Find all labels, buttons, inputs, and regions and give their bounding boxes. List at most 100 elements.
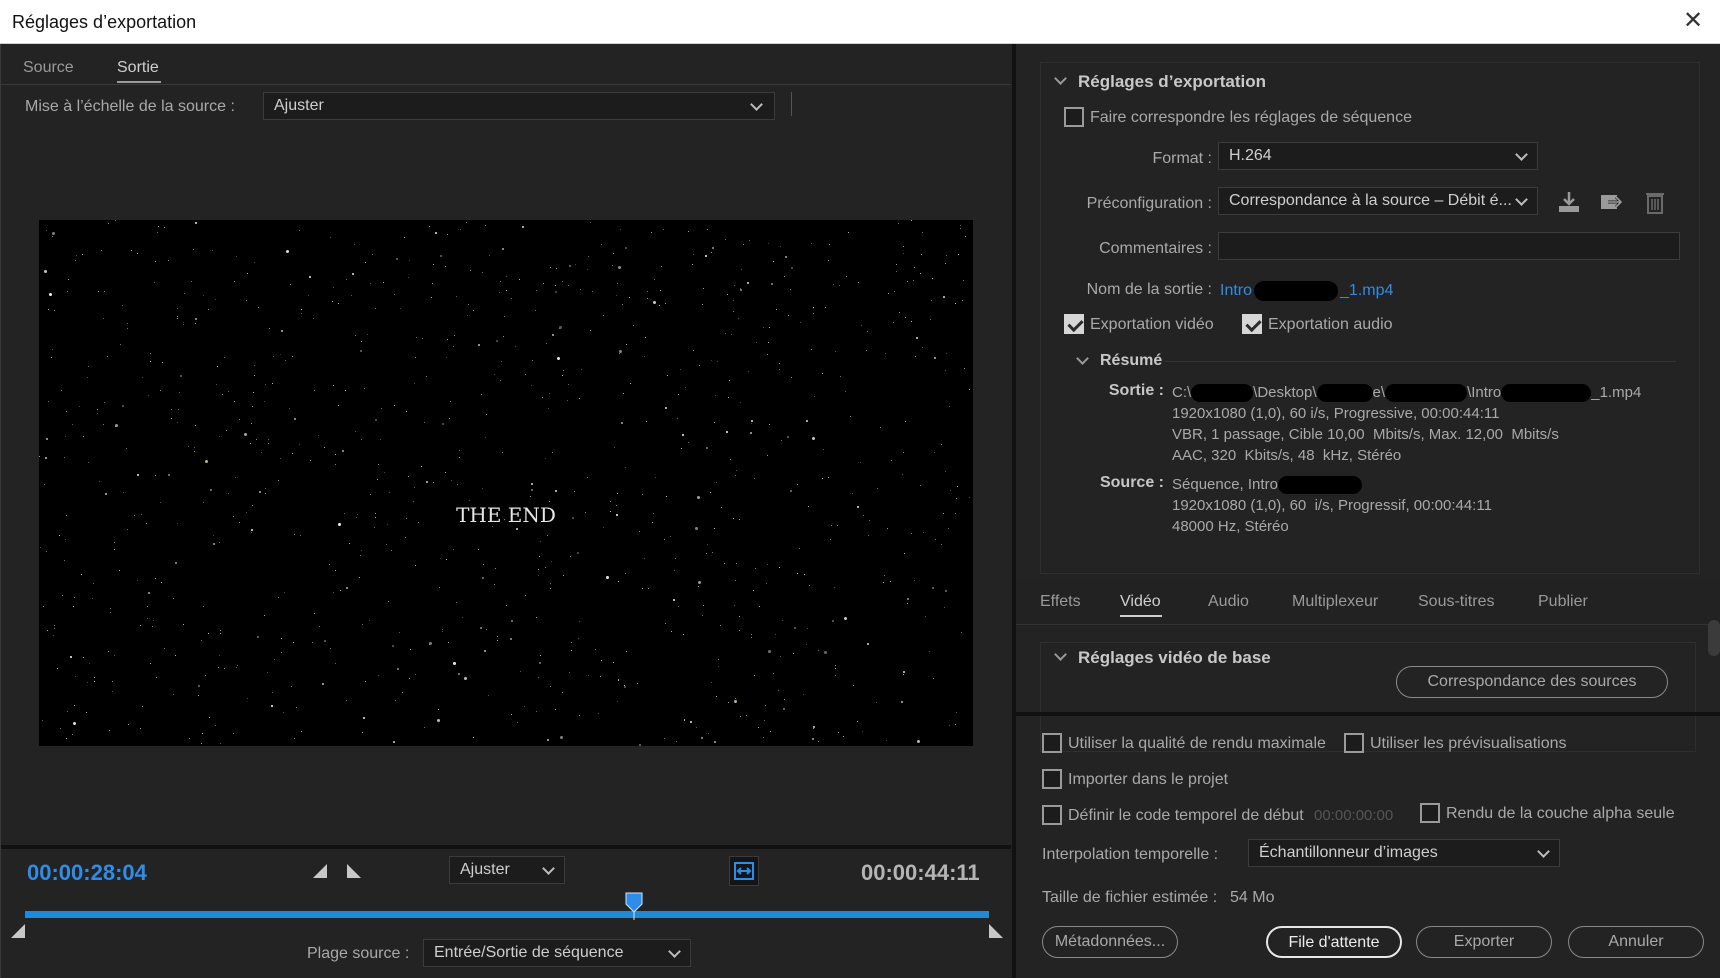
- star-dot: [587, 675, 589, 677]
- star-dot: [903, 246, 905, 248]
- star-dot: [946, 352, 948, 354]
- current-timecode[interactable]: 00:00:28:04: [27, 860, 147, 886]
- star-dot: [431, 283, 433, 285]
- star-dot: [794, 627, 797, 630]
- export-button[interactable]: Exporter: [1416, 926, 1552, 958]
- tab-video[interactable]: Vidéo: [1120, 593, 1161, 611]
- collapse-caret-icon[interactable]: [1076, 354, 1088, 366]
- max-quality-checkbox[interactable]: [1042, 733, 1062, 753]
- alpha-only-checkbox[interactable]: [1420, 803, 1440, 823]
- star-dot: [268, 327, 270, 329]
- close-icon[interactable]: ✕: [1680, 8, 1706, 34]
- star-dot: [678, 606, 680, 608]
- tab-audio[interactable]: Audio: [1208, 593, 1249, 611]
- star-dot: [413, 487, 415, 489]
- cancel-button[interactable]: Annuler: [1568, 926, 1704, 958]
- star-dot: [884, 352, 886, 354]
- preset-select[interactable]: Correspondance à la source – Débit é...: [1218, 187, 1538, 215]
- star-dot: [949, 406, 951, 408]
- star-dot: [558, 326, 562, 330]
- match-sequence-checkbox[interactable]: [1064, 107, 1084, 127]
- scale-label: Mise à l’échelle de la source :: [25, 98, 235, 115]
- tab-source[interactable]: Source: [23, 59, 74, 77]
- in-point-handle[interactable]: [11, 924, 25, 938]
- star-dot: [914, 580, 916, 582]
- star-dot: [769, 424, 771, 426]
- star-dot: [142, 377, 144, 379]
- star-dot: [207, 632, 209, 634]
- star-dot: [709, 491, 711, 493]
- star-dot: [146, 617, 148, 619]
- star-dot: [308, 276, 311, 279]
- out-point-handle[interactable]: [989, 924, 1003, 938]
- start-timecode-input[interactable]: 00:00:00:00: [1314, 807, 1393, 824]
- export-video-checkbox[interactable]: [1064, 314, 1084, 334]
- start-timecode-checkbox[interactable]: [1042, 805, 1062, 825]
- star-dot: [544, 567, 546, 569]
- output-name-link[interactable]: Intro _1.mp4: [1220, 281, 1393, 301]
- tab-output[interactable]: Sortie: [117, 59, 159, 77]
- star-dot: [125, 448, 127, 450]
- star-dot: [702, 303, 704, 305]
- metadata-button[interactable]: Métadonnées...: [1042, 926, 1178, 958]
- star-dot: [728, 380, 730, 382]
- star-dot: [313, 612, 315, 614]
- tab-multiplexer[interactable]: Multiplexeur: [1292, 593, 1378, 611]
- import-project-checkbox[interactable]: [1042, 769, 1062, 789]
- delete-preset-icon[interactable]: [1642, 189, 1668, 215]
- scrollbar-thumb[interactable]: [1708, 620, 1720, 656]
- star-dot: [283, 712, 285, 714]
- save-preset-icon[interactable]: [1556, 189, 1582, 215]
- star-dot: [103, 401, 105, 403]
- star-dot: [745, 715, 747, 717]
- star-dot: [201, 733, 203, 734]
- star-dot: [137, 253, 139, 255]
- star-dot: [445, 471, 447, 473]
- star-dot: [902, 674, 904, 676]
- scale-select[interactable]: Ajuster: [263, 92, 775, 120]
- star-dot: [949, 724, 951, 726]
- star-dot: [87, 366, 89, 368]
- tab-effects[interactable]: Effets: [1040, 593, 1081, 611]
- star-dot: [497, 636, 499, 638]
- playhead[interactable]: [625, 892, 643, 920]
- interpolation-select[interactable]: Échantillonneur d’images: [1248, 839, 1560, 867]
- star-dot: [403, 237, 405, 239]
- mark-in-icon[interactable]: [313, 864, 327, 878]
- star-dot: [697, 496, 701, 500]
- timeline-track[interactable]: [25, 911, 989, 918]
- star-dot: [421, 466, 423, 468]
- tab-publish[interactable]: Publier: [1538, 593, 1588, 611]
- star-dot: [370, 493, 372, 495]
- star-dot: [790, 267, 793, 270]
- collapse-caret-icon[interactable]: [1054, 74, 1066, 86]
- star-dot: [792, 652, 794, 654]
- star-dot: [447, 234, 449, 236]
- star-dot: [520, 670, 522, 672]
- format-select[interactable]: H.264: [1218, 142, 1538, 170]
- star-dot: [698, 580, 702, 584]
- import-preset-icon[interactable]: [1598, 189, 1624, 215]
- star-dot: [681, 447, 683, 449]
- star-dot: [494, 373, 496, 375]
- summary-source-line: 48000 Hz, Stéréo: [1172, 518, 1289, 535]
- queue-button[interactable]: File d'attente: [1266, 926, 1402, 958]
- range-select[interactable]: Entrée/Sortie de séquence: [423, 939, 691, 967]
- star-dot: [72, 721, 76, 725]
- fit-icon[interactable]: [729, 856, 759, 886]
- collapse-caret-icon[interactable]: [1054, 650, 1066, 662]
- export-audio-checkbox[interactable]: [1242, 314, 1262, 334]
- star-dot: [393, 405, 395, 407]
- star-dot: [285, 359, 287, 361]
- tab-captions[interactable]: Sous-titres: [1418, 593, 1494, 611]
- star-dot: [407, 277, 409, 279]
- mark-out-icon[interactable]: [347, 864, 361, 878]
- zoom-select[interactable]: Ajuster: [449, 856, 565, 884]
- star-dot: [191, 280, 193, 282]
- star-dot: [857, 281, 859, 283]
- use-previews-checkbox[interactable]: [1344, 733, 1364, 753]
- comments-input[interactable]: [1218, 232, 1680, 260]
- end-timecode: 00:00:44:11: [861, 860, 980, 885]
- star-dot: [661, 266, 663, 268]
- match-source-button[interactable]: Correspondance des sources: [1396, 666, 1668, 698]
